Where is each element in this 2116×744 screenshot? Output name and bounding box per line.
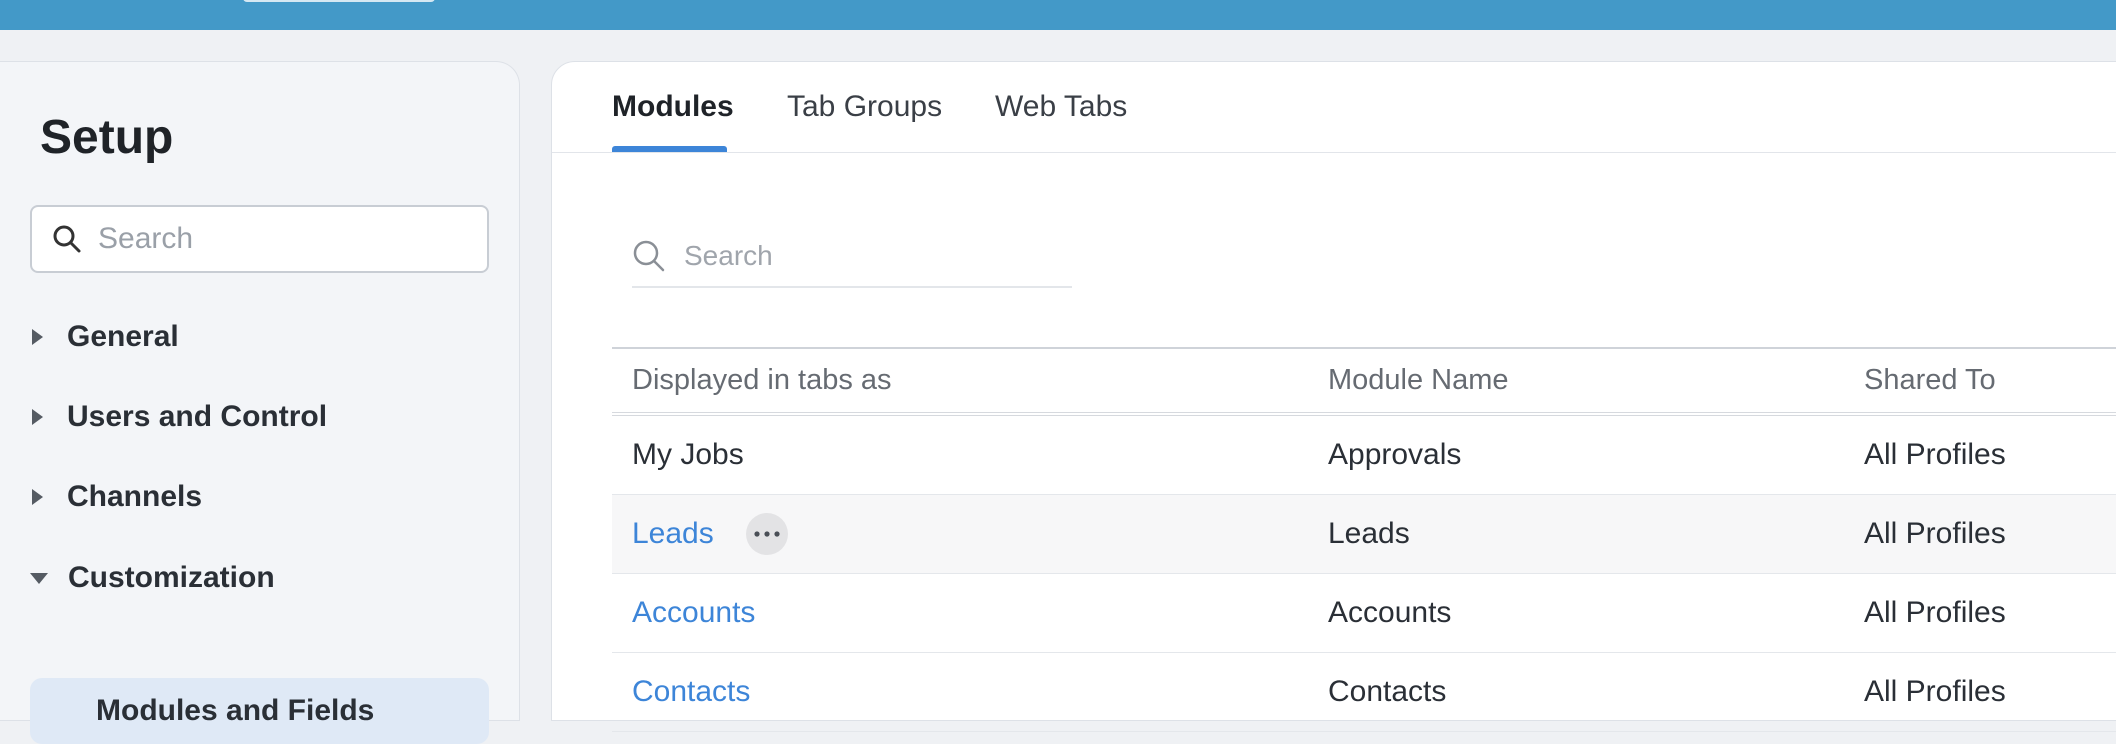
modules-search-box[interactable] [632,226,1072,288]
tab-name-link[interactable]: Contacts [632,675,750,709]
column-header-shared-to[interactable]: Shared To [1864,364,2116,397]
top-bar [0,0,2116,30]
tab-name-cell: My Jobs [612,438,1328,472]
table-row[interactable]: Contacts Contacts All Profiles [612,653,2116,732]
more-options-icon[interactable] [745,513,788,555]
modules-table: Displayed in tabs as Module Name Shared … [612,347,2116,732]
sidebar-title: Setup [40,111,174,164]
main-panel: Modules Tab Groups Web Tabs Displayed in… [551,61,2116,732]
sidebar-item-label: Users and Control [67,400,328,433]
table-header: Displayed in tabs as Module Name Shared … [612,349,2116,416]
tab-name-cell: Accounts [612,596,1328,630]
sidebar-item-label: Channels [67,480,203,513]
tab-name-link[interactable]: Accounts [632,596,755,630]
tab-name-cell: Leads [612,513,1328,555]
top-bar-button[interactable] [243,0,435,2]
sidebar-search-input[interactable] [96,221,460,257]
search-icon [633,240,665,272]
caret-down-icon [30,572,48,584]
tab-tab-groups[interactable]: Tab Groups [787,90,942,124]
column-header-module-name[interactable]: Module Name [1328,364,1864,397]
active-tab-indicator [612,146,727,152]
caret-right-icon [32,409,43,425]
shared-to-cell: All Profiles [1864,517,2006,550]
shared-to-cell: All Profiles [1864,438,2006,471]
search-icon [53,225,81,253]
table-row[interactable]: Accounts Accounts All Profiles [612,574,2116,653]
module-name-cell: Accounts [1328,596,1452,629]
shared-to-cell: All Profiles [1864,596,2006,629]
table-row[interactable]: Leads Leads All Profiles [612,495,2116,574]
sidebar-item-users-and-control[interactable]: Users and Control [30,400,327,434]
tab-name-text: My Jobs [632,438,744,471]
shared-to-cell: All Profiles [1864,675,2006,708]
modules-search-input[interactable] [682,239,1066,273]
sidebar-subitem-modules-and-fields[interactable]: Modules and Fields [30,678,489,744]
setup-sidebar: Setup General Users and Control Channels… [0,61,520,744]
module-name-cell: Contacts [1328,675,1447,708]
sidebar-subitem-label: Modules and Fields [96,694,375,727]
tab-name-link[interactable]: Leads [632,517,714,551]
tab-name-cell: Contacts [612,675,1328,709]
caret-right-icon [32,329,43,345]
caret-right-icon [32,489,43,505]
sidebar-item-general[interactable]: General [30,320,179,354]
sidebar-item-label: Customization [68,561,275,594]
table-row[interactable]: My Jobs Approvals All Profiles [612,416,2116,495]
column-header-displayed-in-tabs-as[interactable]: Displayed in tabs as [612,364,1328,397]
tab-bar: Modules Tab Groups Web Tabs [552,62,2116,153]
sidebar-item-customization[interactable]: Customization [30,561,275,595]
sidebar-item-label: General [67,320,179,353]
module-name-cell: Approvals [1328,438,1462,471]
module-name-cell: Leads [1328,517,1410,550]
sidebar-item-channels[interactable]: Channels [30,480,202,514]
sidebar-search-box[interactable] [30,205,489,273]
tab-web-tabs[interactable]: Web Tabs [995,90,1127,124]
tab-modules[interactable]: Modules [612,90,734,124]
